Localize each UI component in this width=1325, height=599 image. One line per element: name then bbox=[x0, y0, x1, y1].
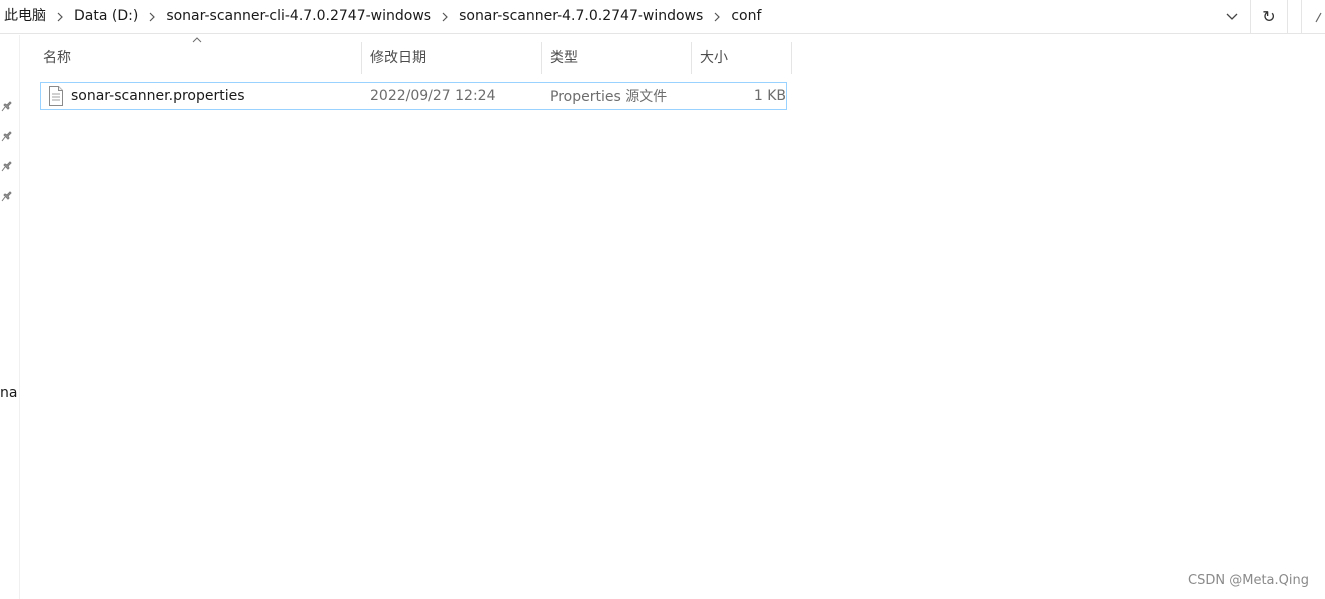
chevron-right-icon[interactable] bbox=[436, 0, 454, 33]
column-header-name[interactable]: 名称 bbox=[35, 37, 362, 74]
file-name[interactable]: sonar-scanner.properties bbox=[71, 88, 370, 104]
chevron-right-icon[interactable] bbox=[708, 0, 726, 33]
file-modified-date: 2022/09/27 12:24 bbox=[370, 88, 496, 104]
pin-icon bbox=[1, 191, 12, 202]
breadcrumb-item-scanner-folder[interactable]: sonar-scanner-4.7.0.2747-windows bbox=[454, 0, 708, 33]
search-input[interactable] bbox=[1301, 0, 1325, 33]
file-size: 1 KB bbox=[753, 88, 786, 104]
column-header-date-label: 修改日期 bbox=[370, 50, 426, 66]
pin-icon bbox=[1, 131, 12, 142]
pin-icon bbox=[1, 101, 12, 112]
nav-item-label-partial[interactable]: na bbox=[0, 384, 17, 402]
breadcrumb-item-conf[interactable]: conf bbox=[726, 0, 766, 33]
refresh-icon: ↻ bbox=[1262, 7, 1276, 26]
navigation-pane[interactable]: na bbox=[0, 35, 20, 599]
breadcrumb-item-cli-folder[interactable]: sonar-scanner-cli-4.7.0.2747-windows bbox=[161, 0, 436, 33]
column-header-name-label: 名称 bbox=[43, 50, 71, 66]
breadcrumb-item-this-pc[interactable]: 此电脑 bbox=[0, 0, 51, 33]
address-bar[interactable]: 此电脑 Data (D:) sonar-scanner-cli-4.7.0.27… bbox=[0, 0, 1325, 34]
chevron-down-icon bbox=[1226, 13, 1238, 20]
column-header-date[interactable]: 修改日期 bbox=[362, 42, 542, 74]
column-header-size-label: 大小 bbox=[700, 50, 728, 66]
breadcrumb: 此电脑 Data (D:) sonar-scanner-cli-4.7.0.27… bbox=[0, 0, 766, 33]
search-icon bbox=[1315, 12, 1322, 22]
refresh-button[interactable]: ↻ bbox=[1250, 0, 1288, 33]
text-file-icon bbox=[49, 86, 63, 106]
column-header-size[interactable]: 大小 bbox=[692, 42, 792, 74]
file-type: Properties 源文件 bbox=[550, 89, 668, 105]
pin-icon bbox=[1, 161, 12, 172]
file-row[interactable]: sonar-scanner.properties 2022/09/27 12:2… bbox=[40, 82, 787, 110]
column-header-row: 名称 修改日期 类型 大小 bbox=[35, 37, 792, 74]
column-header-type[interactable]: 类型 bbox=[542, 42, 692, 74]
sort-ascending-icon bbox=[192, 37, 202, 43]
chevron-right-icon[interactable] bbox=[51, 0, 69, 33]
chevron-right-icon[interactable] bbox=[143, 0, 161, 33]
breadcrumb-item-drive[interactable]: Data (D:) bbox=[69, 0, 143, 33]
address-history-dropdown-button[interactable] bbox=[1215, 0, 1249, 33]
column-header-type-label: 类型 bbox=[550, 50, 578, 66]
watermark: CSDN @Meta.Qing bbox=[1188, 573, 1309, 588]
